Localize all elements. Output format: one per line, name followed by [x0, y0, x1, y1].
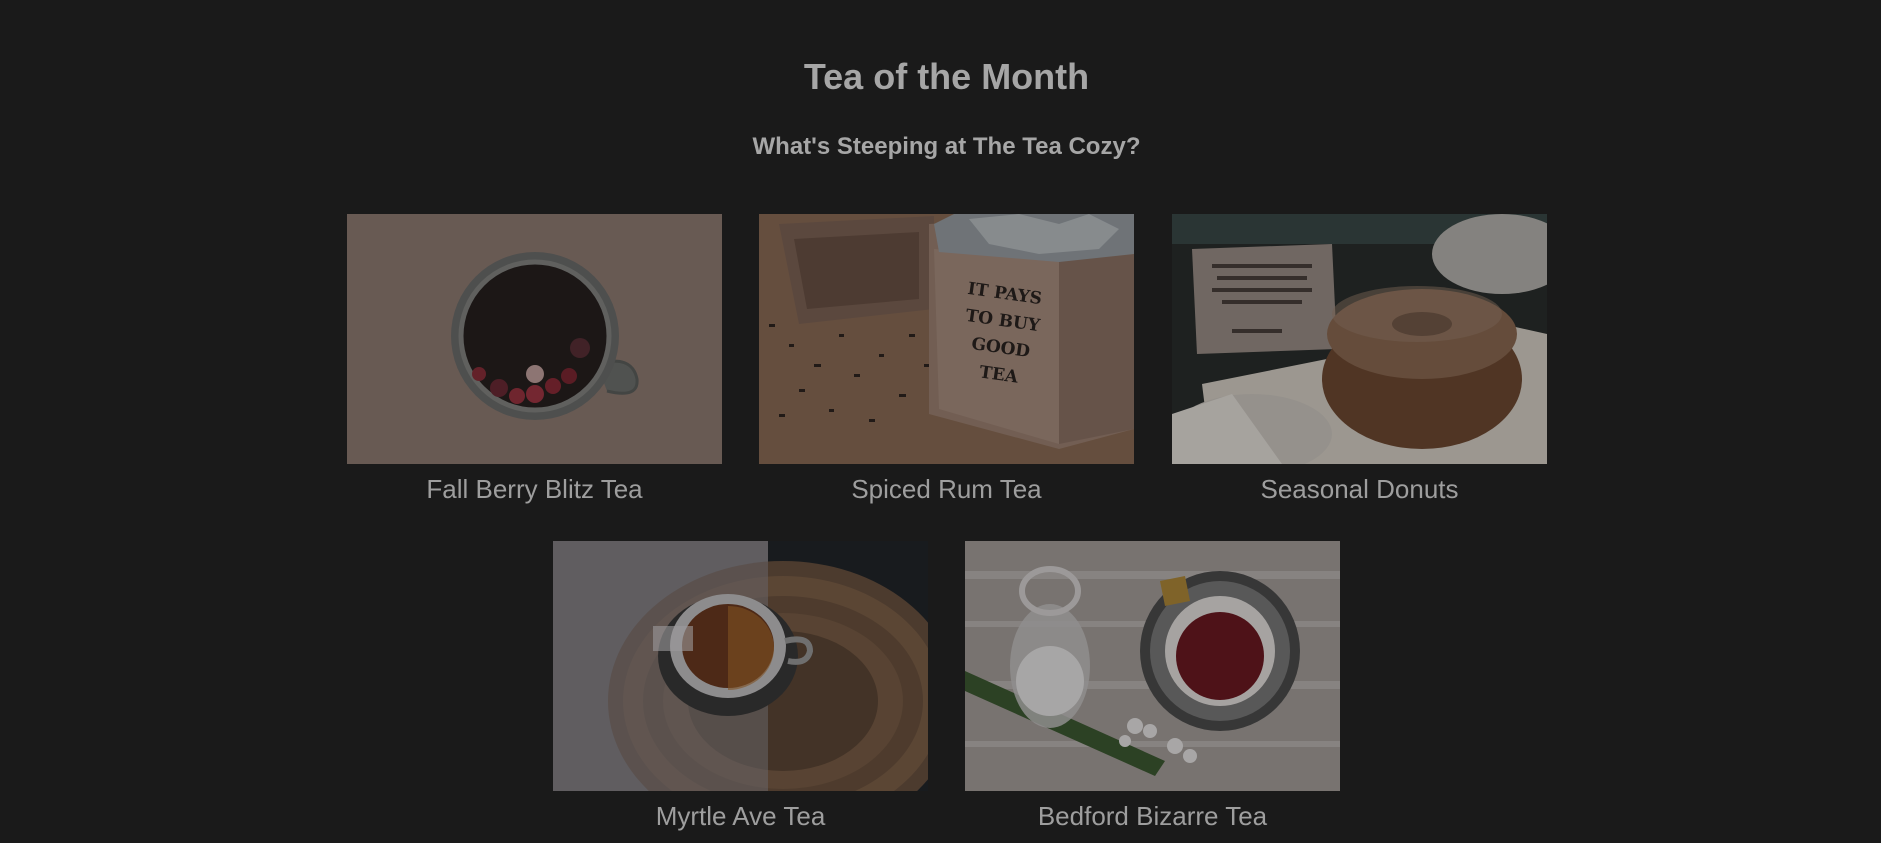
berry-tea-photo[interactable] [347, 214, 722, 464]
gallery-caption[interactable]: Myrtle Ave Tea [553, 801, 928, 831]
tea-with-sugar-jar-photo[interactable] [965, 541, 1340, 791]
gallery-item-myrtle-ave[interactable]: Myrtle Ave Tea [553, 541, 928, 831]
gallery-caption[interactable]: Seasonal Donuts [1172, 474, 1547, 504]
gallery-item-fall-berry-blitz[interactable]: Fall Berry Blitz Tea [347, 214, 722, 504]
gallery-caption[interactable]: Bedford Bizarre Tea [965, 801, 1340, 831]
donut-photo[interactable] [1172, 214, 1547, 464]
gallery-item-seasonal-donuts[interactable]: Seasonal Donuts [1172, 214, 1547, 504]
gallery-caption[interactable]: Spiced Rum Tea [759, 474, 1134, 504]
tea-box-photo[interactable]: IT PAYS TO BUY GOOD TEA [759, 214, 1134, 464]
gallery-item-bedford-bizarre[interactable]: Bedford Bizarre Tea [965, 541, 1340, 831]
page: Tea of the Month What's Steeping at The … [0, 0, 1881, 843]
gallery-caption[interactable]: Fall Berry Blitz Tea [347, 474, 722, 504]
gallery-item-spiced-rum[interactable]: IT PAYS TO BUY GOOD TEA Spiced Rum Tea [759, 214, 1134, 504]
page-subtitle: What's Steeping at The Tea Cozy? [752, 133, 1141, 160]
teacup-on-tray-photo[interactable] [553, 541, 928, 791]
page-title: Tea of the Month [803, 56, 1090, 97]
